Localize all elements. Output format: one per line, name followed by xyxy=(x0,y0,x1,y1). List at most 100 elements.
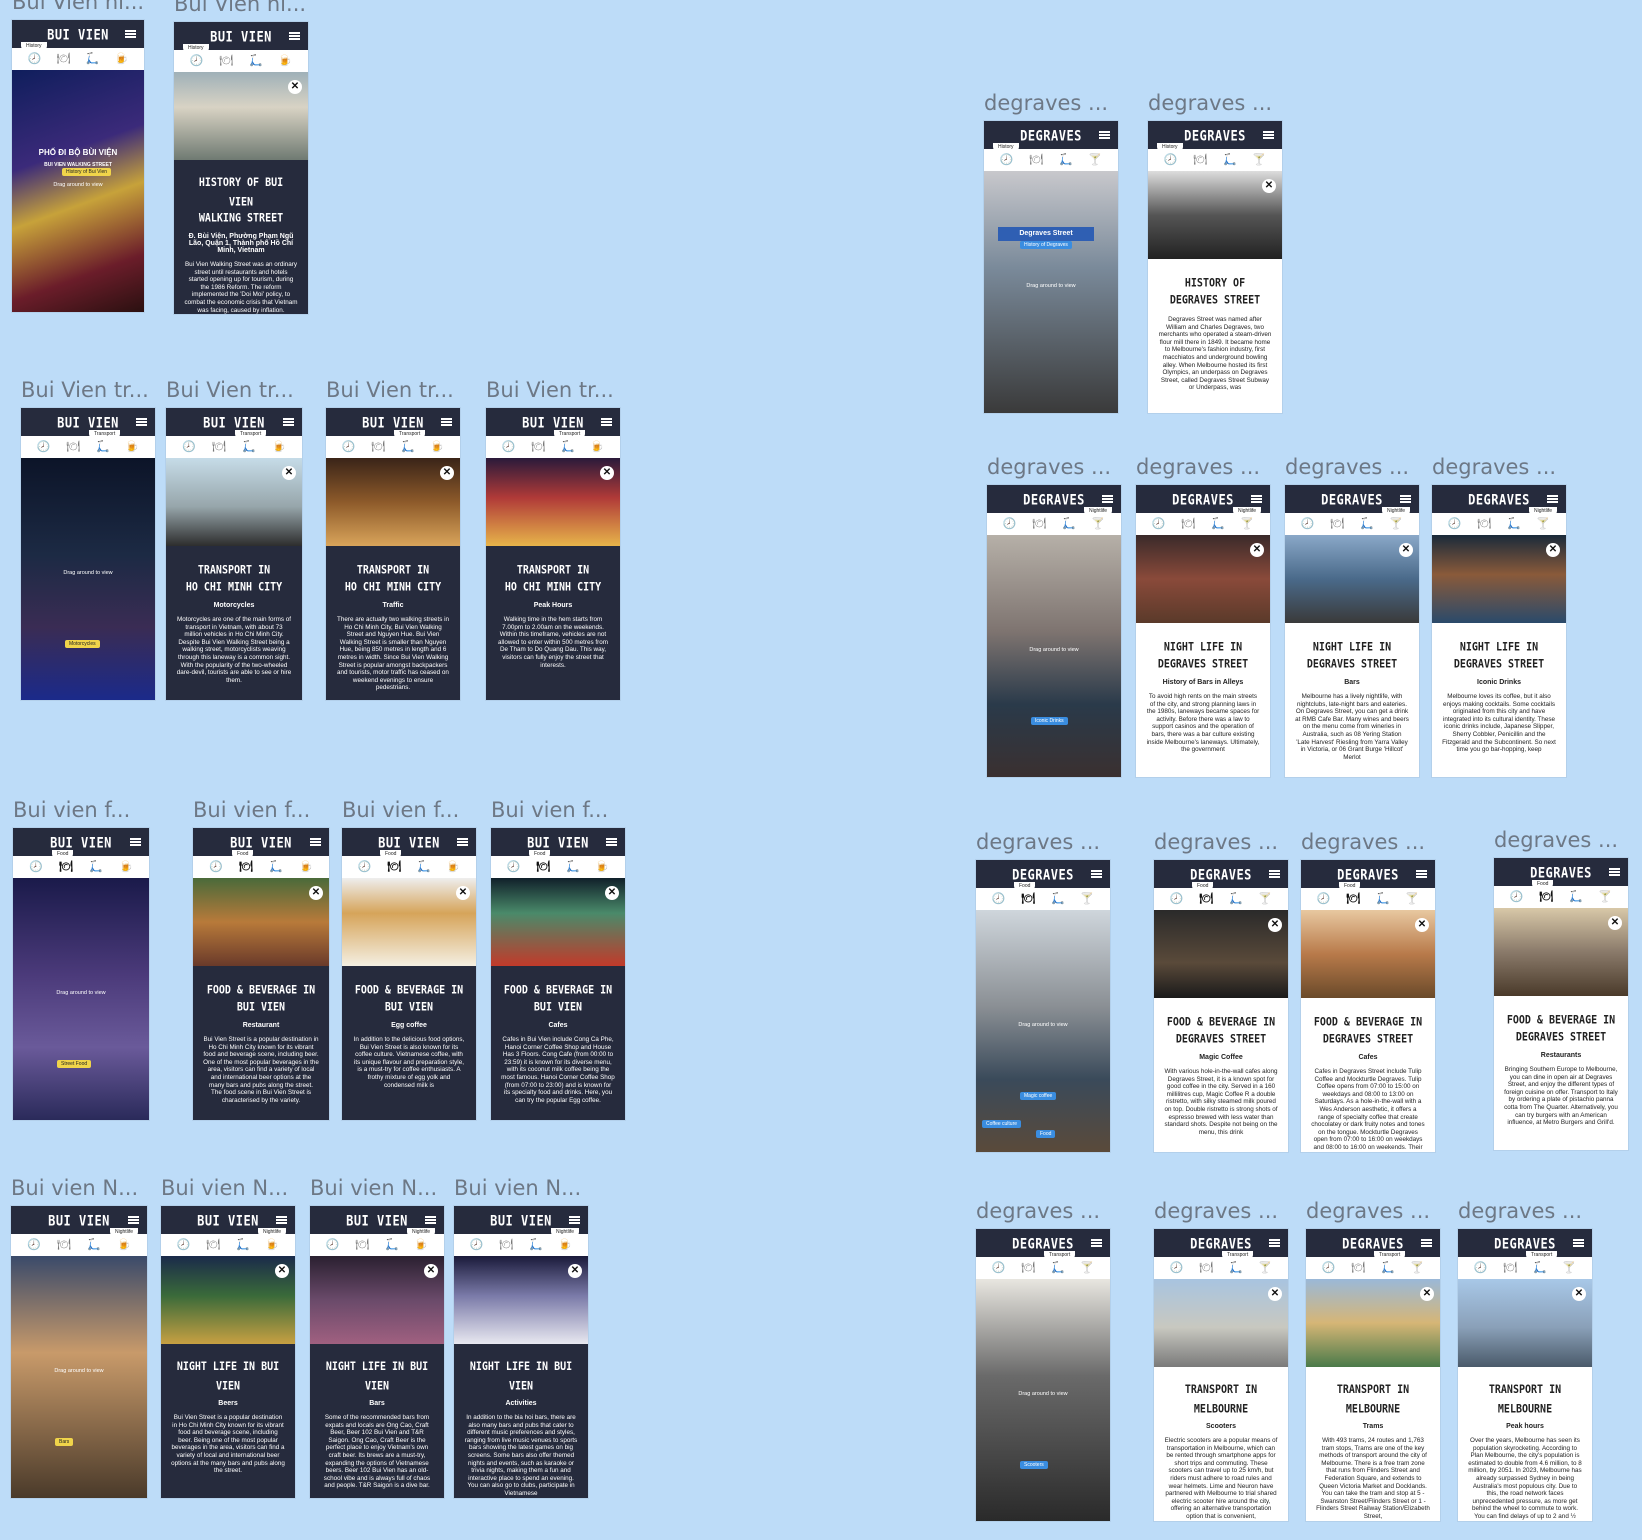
frame-label[interactable]: Bui vien f... xyxy=(491,798,608,822)
hamburger-menu-icon[interactable] xyxy=(1421,1239,1432,1247)
transport-tab-icon[interactable]: 🛴 xyxy=(401,441,415,453)
ar-camera-view[interactable] xyxy=(21,458,155,700)
close-icon[interactable]: ✕ xyxy=(288,80,302,94)
transport-tab-icon[interactable]: 🛴 xyxy=(86,53,100,65)
nightlife-tab-icon[interactable]: 🍸 xyxy=(1536,518,1550,530)
nightlife-tab-icon[interactable]: 🍺 xyxy=(272,441,286,453)
ar-camera-view[interactable] xyxy=(12,70,144,312)
history-tab-icon[interactable]: 🕗 xyxy=(1000,154,1014,166)
nightlife-tab-icon[interactable]: 🍸 xyxy=(1080,893,1094,905)
nightlife-tab-icon[interactable]: 🍸 xyxy=(1080,1262,1094,1274)
nightlife-tab-icon[interactable]: 🍺 xyxy=(117,1239,131,1251)
hamburger-menu-icon[interactable] xyxy=(283,418,294,426)
close-icon[interactable]: ✕ xyxy=(1415,918,1429,932)
close-icon[interactable]: ✕ xyxy=(282,466,296,480)
history-tab-icon[interactable]: 🕗 xyxy=(28,53,42,65)
close-icon[interactable]: ✕ xyxy=(1268,918,1282,932)
nightlife-tab-icon[interactable]: 🍸 xyxy=(1405,893,1419,905)
transport-tab-icon[interactable]: 🛴 xyxy=(89,861,103,873)
transport-tab-icon[interactable]: 🛴 xyxy=(1507,518,1521,530)
close-icon[interactable]: ✕ xyxy=(1250,543,1264,557)
frame-label[interactable]: degraves ... xyxy=(1432,455,1556,479)
transport-tab-icon[interactable]: 🛴 xyxy=(1223,154,1237,166)
ar-camera-view[interactable] xyxy=(976,910,1110,1152)
frame-label[interactable]: Bui vien N... xyxy=(11,1176,138,1200)
nightlife-tab-icon[interactable]: 🍸 xyxy=(1389,518,1403,530)
frame-label[interactable]: degraves ... xyxy=(1154,1199,1278,1223)
nightlife-tab-icon[interactable]: 🍸 xyxy=(1258,893,1272,905)
history-tab-icon[interactable]: 🕗 xyxy=(190,55,204,67)
transport-tab-icon[interactable]: 🛴 xyxy=(236,1239,250,1251)
hamburger-menu-icon[interactable] xyxy=(289,32,300,40)
hamburger-menu-icon[interactable] xyxy=(1400,495,1411,503)
frame-label[interactable]: degraves ... xyxy=(1136,455,1260,479)
history-tab-icon[interactable]: 🕗 xyxy=(1164,154,1178,166)
history-tab-icon[interactable]: 🕗 xyxy=(1152,518,1166,530)
hamburger-menu-icon[interactable] xyxy=(1251,495,1262,503)
history-tab-icon[interactable]: 🕗 xyxy=(1170,893,1184,905)
history-tab-icon[interactable]: 🕗 xyxy=(1322,1262,1336,1274)
history-tab-icon[interactable]: 🕗 xyxy=(1474,1262,1488,1274)
hamburger-menu-icon[interactable] xyxy=(1102,495,1113,503)
food-tab-icon[interactable]: 🍽 xyxy=(1330,518,1344,530)
transport-tab-icon[interactable]: 🛴 xyxy=(1376,893,1390,905)
hamburger-menu-icon[interactable] xyxy=(128,1216,139,1224)
frame-label[interactable]: Bui vien f... xyxy=(13,798,130,822)
ar-hotspot-chip[interactable]: Scooters xyxy=(1020,1461,1048,1469)
transport-tab-icon[interactable]: 🛴 xyxy=(249,55,263,67)
close-icon[interactable]: ✕ xyxy=(600,466,614,480)
history-tab-icon[interactable]: 🕗 xyxy=(507,861,521,873)
nightlife-tab-icon[interactable]: 🍸 xyxy=(1410,1262,1424,1274)
food-tab-icon[interactable]: 🍽 xyxy=(371,441,385,453)
food-tab-icon[interactable]: 🍽 xyxy=(206,1239,220,1251)
hamburger-menu-icon[interactable] xyxy=(1609,868,1620,876)
history-tab-icon[interactable]: 🕗 xyxy=(1510,891,1524,903)
frame-label[interactable]: Bui vien f... xyxy=(342,798,459,822)
history-tab-icon[interactable]: 🕗 xyxy=(1003,518,1017,530)
transport-tab-icon[interactable]: 🛴 xyxy=(1062,518,1076,530)
transport-tab-icon[interactable]: 🛴 xyxy=(417,861,431,873)
nightlife-tab-icon[interactable]: 🍺 xyxy=(446,861,460,873)
hamburger-menu-icon[interactable] xyxy=(276,1216,287,1224)
nightlife-tab-icon[interactable]: 🍺 xyxy=(558,1239,572,1251)
nightlife-tab-icon[interactable]: 🍺 xyxy=(299,861,313,873)
ar-camera-view[interactable] xyxy=(11,1256,147,1498)
ar-camera-view[interactable] xyxy=(984,171,1118,413)
food-tab-icon[interactable]: 🍽 xyxy=(57,1239,71,1251)
food-tab-icon[interactable]: 🍽 xyxy=(239,861,253,873)
close-icon[interactable]: ✕ xyxy=(275,1264,289,1278)
close-icon[interactable]: ✕ xyxy=(456,886,470,900)
transport-tab-icon[interactable]: 🛴 xyxy=(385,1239,399,1251)
food-tab-icon[interactable]: 🍽 xyxy=(387,861,401,873)
hamburger-menu-icon[interactable] xyxy=(1091,870,1102,878)
history-tab-icon[interactable]: 🕗 xyxy=(992,1262,1006,1274)
close-icon[interactable]: ✕ xyxy=(605,886,619,900)
ar-hotspot-chip[interactable]: History of Degraves xyxy=(1020,241,1072,249)
close-icon[interactable]: ✕ xyxy=(440,466,454,480)
transport-tab-icon[interactable]: 🛴 xyxy=(1229,1262,1243,1274)
frame-label[interactable]: degraves ... xyxy=(1285,455,1409,479)
food-tab-icon[interactable]: 🍽 xyxy=(1029,154,1043,166)
hamburger-menu-icon[interactable] xyxy=(1091,1239,1102,1247)
hamburger-menu-icon[interactable] xyxy=(310,838,321,846)
history-tab-icon[interactable]: 🕗 xyxy=(342,441,356,453)
frame-label[interactable]: Bui Vien tr... xyxy=(326,378,454,402)
frame-label[interactable]: degraves ... xyxy=(1301,830,1425,854)
transport-tab-icon[interactable]: 🛴 xyxy=(242,441,256,453)
food-tab-icon[interactable]: 🍽 xyxy=(1539,891,1553,903)
frame-label[interactable]: degraves ... xyxy=(987,455,1111,479)
hamburger-menu-icon[interactable] xyxy=(457,838,468,846)
food-tab-icon[interactable]: 🍽 xyxy=(1351,1262,1365,1274)
hamburger-menu-icon[interactable] xyxy=(606,838,617,846)
food-tab-icon[interactable]: 🍽 xyxy=(1021,1262,1035,1274)
hamburger-menu-icon[interactable] xyxy=(1263,131,1274,139)
history-tab-icon[interactable]: 🕗 xyxy=(27,1239,41,1251)
history-tab-icon[interactable]: 🕗 xyxy=(1170,1262,1184,1274)
ar-hotspot-chip[interactable]: History of Bui Vien xyxy=(62,168,112,176)
food-tab-icon[interactable]: 🍽 xyxy=(1021,893,1035,905)
ar-camera-view[interactable] xyxy=(976,1279,1110,1521)
transport-tab-icon[interactable]: 🛴 xyxy=(566,861,580,873)
food-tab-icon[interactable]: 🍽 xyxy=(536,861,550,873)
food-tab-icon[interactable]: 🍽 xyxy=(1346,893,1360,905)
nightlife-tab-icon[interactable]: 🍺 xyxy=(125,441,139,453)
